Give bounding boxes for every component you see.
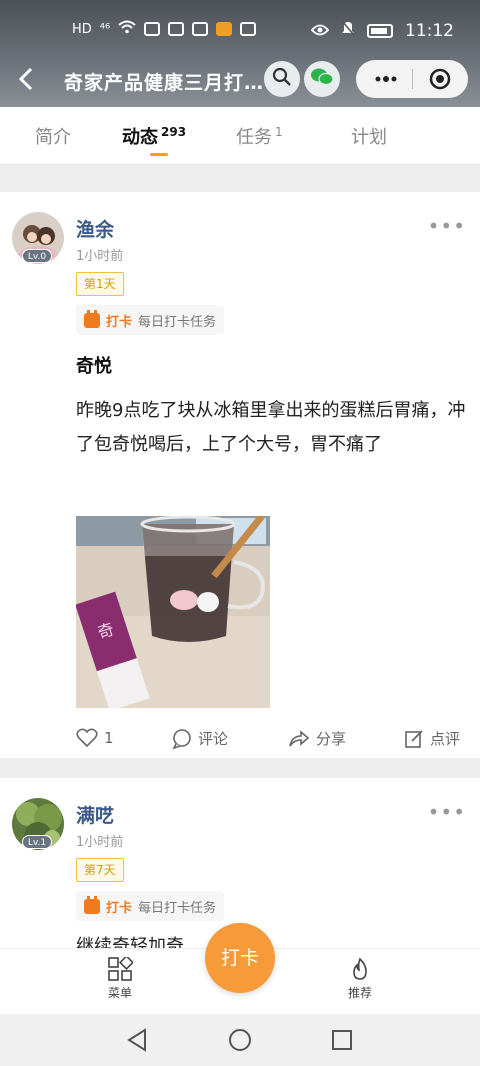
wifi-icon (118, 20, 136, 38)
calendar-icon (84, 309, 100, 328)
task-tag: 打卡 (106, 900, 133, 916)
clock: 11:12 (405, 20, 454, 41)
triangle-back-icon (127, 1028, 146, 1052)
post-time: 1小时前 (76, 835, 124, 850)
task-chip[interactable]: 打卡 每日打卡任务 (76, 305, 225, 335)
username[interactable]: 渔余 (76, 215, 114, 242)
tab-feed-count: 293 (161, 125, 187, 139)
post-body: 昨晚9点吃了块从冰箱里拿出来的蛋糕后胃痛，冲了包奇悦喝后，上了个大号，胃不痛了 (76, 400, 466, 455)
post-title: 奇悦 (76, 356, 112, 377)
system-home-button[interactable] (228, 1028, 252, 1056)
status-bar: HD ⁴⁶ 11:12 (0, 0, 480, 52)
qq-notif-icon (192, 22, 209, 36)
day-badge: 第7天 (76, 858, 124, 882)
wechat-button[interactable] (304, 61, 340, 97)
more-icon (375, 76, 397, 82)
system-nav-bar (0, 1014, 480, 1066)
wechat-icon (310, 67, 334, 91)
mute-icon (341, 20, 355, 41)
tab-bar: 简介 动态 293 任务 1 计划 (0, 107, 480, 165)
target-icon (429, 68, 451, 90)
search-icon (272, 67, 292, 91)
task-name: 每日打卡任务 (138, 314, 217, 330)
active-tab-indicator (150, 153, 168, 156)
heart-icon (76, 728, 98, 748)
wechat-notif-icon (144, 22, 161, 36)
circle-home-icon (229, 1029, 251, 1051)
post-card: Lv.0 渔余 1小时前 ••• 第1天 打卡 每日打卡任务 奇悦 昨晚9点吃了… (0, 192, 480, 758)
back-button[interactable] (16, 64, 46, 94)
checkin-fab[interactable]: 打卡 (205, 923, 275, 993)
nav-menu-label: 菜单 (107, 986, 132, 1000)
miniprogram-capsule (356, 60, 468, 98)
level-badge: Lv.0 (22, 249, 52, 263)
capsule-divider (412, 69, 413, 89)
eye-icon (310, 21, 330, 41)
grid-icon (108, 955, 134, 981)
tab-feed[interactable]: 动态 293 (122, 123, 187, 156)
share-button[interactable]: 分享 (288, 728, 346, 749)
post-photo[interactable]: 奇 (76, 516, 270, 708)
page-title: 奇家产品健康三月打… (64, 72, 265, 94)
battery-icon (367, 23, 393, 38)
app-notif-icon (216, 22, 233, 36)
title-bar: 奇家产品健康三月打… (0, 56, 480, 104)
like-count: 1 (104, 729, 114, 747)
nav-recommend[interactable]: 推荐 (330, 957, 390, 1001)
share-icon (289, 729, 310, 746)
nav-recommend-label: 推荐 (347, 986, 372, 1000)
system-recents-button[interactable] (331, 1029, 353, 1055)
more-icon[interactable]: ••• (428, 800, 466, 824)
edit-icon (405, 729, 423, 748)
post-actions: 1 评论 分享 点评 (76, 725, 466, 753)
like-button[interactable]: 1 (76, 728, 114, 748)
comment-button[interactable]: 评论 (172, 728, 228, 749)
square-recents-icon (332, 1030, 352, 1050)
more-icon[interactable]: ••• (428, 214, 466, 238)
username[interactable]: 满呓 (76, 801, 114, 828)
comment-icon (172, 728, 191, 749)
tab-tasks-count: 1 (275, 125, 283, 139)
bottom-nav: 菜单 打卡 推荐 (0, 923, 480, 1014)
post-time: 1小时前 (76, 249, 124, 264)
tiktok-notif-icon (240, 22, 257, 36)
more-options-button[interactable] (374, 71, 398, 87)
tab-plan[interactable]: 计划 (351, 123, 387, 149)
system-back-button[interactable] (126, 1028, 148, 1056)
review-button[interactable]: 点评 (404, 728, 460, 749)
task-tag: 打卡 (106, 314, 133, 330)
signal-indicator: ⁴⁶ (99, 21, 111, 37)
search-notif-icon (168, 22, 185, 36)
task-name: 每日打卡任务 (138, 900, 217, 916)
calendar-icon (84, 895, 100, 914)
flame-icon (353, 957, 367, 980)
day-badge: 第1天 (76, 272, 124, 296)
level-badge: Lv.1 (22, 835, 52, 849)
search-button[interactable] (264, 61, 300, 97)
close-miniprogram-button[interactable] (428, 68, 452, 90)
task-chip[interactable]: 打卡 每日打卡任务 (76, 891, 225, 921)
nav-menu[interactable]: 菜单 (90, 955, 150, 1001)
top-bar: HD ⁴⁶ 11:12 奇家产品健康三月打… (0, 0, 480, 107)
tab-intro[interactable]: 简介 (35, 123, 71, 149)
tab-tasks[interactable]: 任务 1 (236, 123, 283, 149)
hd-indicator: HD (72, 21, 92, 37)
